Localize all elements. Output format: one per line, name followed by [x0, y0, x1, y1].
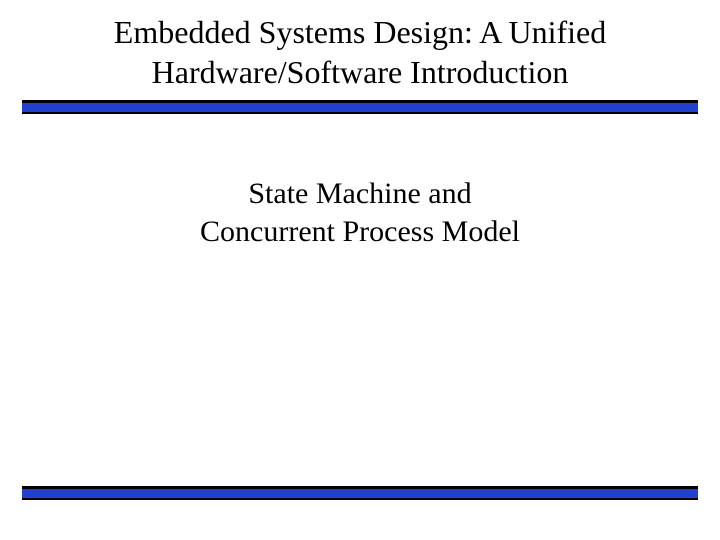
subtitle: State Machine and Concurrent Process Mod… — [0, 175, 720, 250]
subtitle-line-2: Concurrent Process Model — [200, 215, 520, 248]
title-line-1: Embedded Systems Design: A Unified — [114, 14, 606, 50]
slide-container: Embedded Systems Design: A Unified Hardw… — [0, 0, 720, 540]
decorative-bar-top — [22, 100, 698, 114]
bar-fill — [22, 100, 698, 114]
page-title: Embedded Systems Design: A Unified Hardw… — [0, 0, 720, 100]
title-line-2: Hardware/Software Introduction — [152, 54, 569, 90]
subtitle-line-1: State Machine and — [248, 177, 471, 210]
decorative-bar-bottom — [22, 486, 698, 500]
bar-fill — [22, 486, 698, 500]
